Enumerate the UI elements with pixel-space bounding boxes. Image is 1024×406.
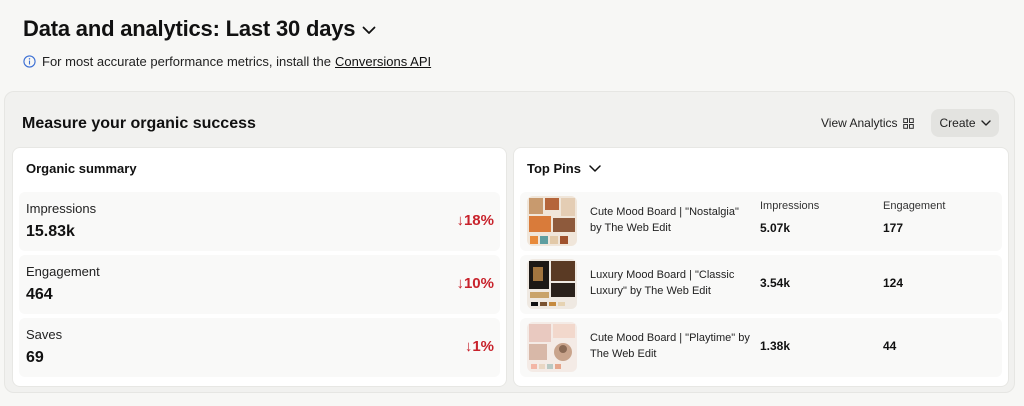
pin-engagement: 44 xyxy=(883,339,897,353)
metric-value: 69 xyxy=(26,349,44,366)
pin-engagement: 177 xyxy=(883,221,904,235)
metric-value: 464 xyxy=(26,286,53,303)
impressions-label: Impressions xyxy=(760,200,820,212)
notice-text: For most accurate performance metrics, i… xyxy=(42,54,331,69)
pin-impressions: 1.38k xyxy=(760,339,791,353)
metric-change: ↓18% xyxy=(456,212,494,229)
pin-thumbnail xyxy=(527,196,577,246)
metric-label: Saves xyxy=(26,327,63,342)
pin-engagement: 124 xyxy=(883,276,904,290)
organic-summary-title: Organic summary xyxy=(26,161,137,176)
top-pins-title: Top Pins xyxy=(527,161,581,176)
pin-name: Luxury Mood Board | "Classic Luxury" by … xyxy=(590,269,735,297)
create-button[interactable]: Create xyxy=(931,109,999,137)
engagement-label: Engagement xyxy=(883,200,946,212)
metric-change: ↓1% xyxy=(464,338,494,355)
metric-saves: Saves 69 ↓1% xyxy=(19,318,500,377)
pin-name: Cute Mood Board | "Playtime" by The Web … xyxy=(590,332,750,360)
metric-impressions: Impressions 15.83k ↓18% xyxy=(19,192,500,251)
pin-thumbnail xyxy=(527,259,577,309)
pin-impressions: 5.07k xyxy=(760,221,791,235)
pin-name: Cute Mood Board | "Nostalgia" by The Web… xyxy=(590,206,739,234)
metric-value: 15.83k xyxy=(26,223,75,240)
organic-summary-panel: Organic summary Impressions 15.83k ↓18% … xyxy=(12,147,507,387)
metric-change: ↓10% xyxy=(456,275,494,292)
pin-row[interactable]: Cute Mood Board | "Nostalgia" by The Web… xyxy=(520,192,1002,251)
pin-row[interactable]: Cute Mood Board | "Playtime" by The Web … xyxy=(520,318,1002,377)
metric-label: Impressions xyxy=(26,201,97,216)
view-analytics-label: View Analytics xyxy=(821,116,898,130)
metric-label: Engagement xyxy=(26,264,100,279)
organic-success-card: Measure your organic success View Analyt… xyxy=(4,91,1015,393)
date-range-selector[interactable]: Data and analytics: Last 30 days xyxy=(23,16,431,42)
page-header: Data and analytics: Last 30 days For mos… xyxy=(23,16,431,69)
chevron-down-icon xyxy=(980,120,991,126)
analytics-grid-icon xyxy=(903,117,915,129)
conversions-api-notice: For most accurate performance metrics, i… xyxy=(23,54,431,69)
section-title: Measure your organic success xyxy=(22,115,256,132)
create-label: Create xyxy=(939,116,976,130)
top-pins-dropdown[interactable]: Top Pins xyxy=(527,161,601,176)
metric-engagement: Engagement 464 ↓10% xyxy=(19,255,500,314)
top-pins-panel: Top Pins Cute Mood Board | "Nostalgia" b… xyxy=(513,147,1009,387)
chevron-down-icon xyxy=(589,165,601,172)
view-analytics-link[interactable]: View Analytics xyxy=(821,116,915,130)
info-icon xyxy=(23,55,36,68)
page-title: Data and analytics: Last 30 days xyxy=(23,16,356,41)
chevron-down-icon xyxy=(362,26,376,34)
pin-thumbnail xyxy=(527,322,577,372)
pin-impressions: 3.54k xyxy=(760,276,791,290)
pin-row[interactable]: Luxury Mood Board | "Classic Luxury" by … xyxy=(520,255,1002,314)
conversions-api-link[interactable]: Conversions API xyxy=(335,54,431,69)
